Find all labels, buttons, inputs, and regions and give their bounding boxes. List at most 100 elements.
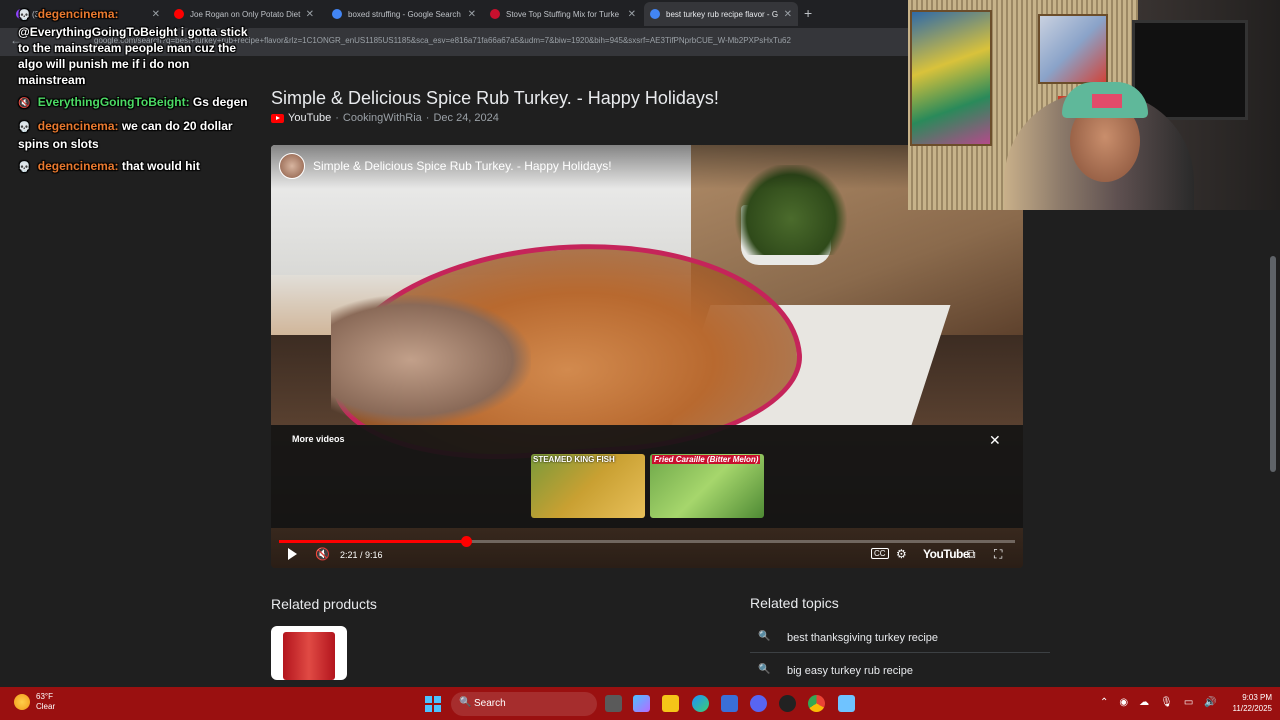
chat-username: degencinema: bbox=[37, 119, 119, 133]
system-tray: ⌃ ◉ ☁ 🎙 ▭ 🔊 bbox=[1100, 697, 1217, 708]
mute-icon[interactable]: 🔇 bbox=[315, 547, 330, 561]
webcam-painting bbox=[1038, 14, 1108, 84]
windows-start-icon[interactable] bbox=[425, 696, 441, 712]
more-video-thumbnail[interactable]: STEAMED KING FISH bbox=[531, 454, 645, 518]
search-icon: 🔍 bbox=[459, 697, 472, 708]
result-title[interactable]: Simple & Delicious Spice Rub Turkey. - H… bbox=[271, 88, 719, 109]
chat-text: Gs degen bbox=[192, 95, 248, 109]
related-topics-heading: Related topics bbox=[750, 595, 839, 611]
close-icon[interactable]: ✕ bbox=[628, 9, 636, 20]
search-icon: 🔍 bbox=[758, 664, 771, 675]
related-topic-item[interactable]: 🔍 big easy turkey rub recipe bbox=[750, 656, 1050, 686]
close-icon[interactable]: ✕ bbox=[989, 432, 1001, 449]
thumbnail-label: STEAMED KING FISH bbox=[533, 455, 615, 464]
source-name: YouTube bbox=[288, 112, 332, 124]
stove-top-favicon-icon bbox=[490, 9, 500, 19]
tray-app-icon[interactable]: ◉ bbox=[1119, 697, 1128, 708]
notepad-icon[interactable] bbox=[838, 695, 855, 712]
webcam-hat-patch bbox=[1092, 94, 1122, 108]
close-icon[interactable]: ✕ bbox=[784, 9, 792, 20]
video-title[interactable]: Simple & Delicious Spice Rub Turkey. - H… bbox=[313, 159, 612, 173]
close-icon[interactable]: ✕ bbox=[306, 9, 314, 20]
chat-username: degencinema: bbox=[37, 159, 119, 173]
page-scrollbar[interactable] bbox=[1270, 256, 1276, 472]
video-progress-fill bbox=[279, 540, 466, 543]
discord-icon[interactable] bbox=[750, 695, 767, 712]
chat-username: EverythingGoingToBeight: bbox=[37, 95, 190, 109]
video-scene-hand bbox=[331, 295, 531, 425]
chat-message: 💀 degencinema: we can do 20 dollar spins… bbox=[18, 118, 258, 152]
video-progress-bar[interactable] bbox=[279, 536, 1015, 547]
streamer-webcam bbox=[908, 0, 1280, 210]
copilot-icon[interactable] bbox=[633, 695, 650, 712]
microsoft-store-icon[interactable] bbox=[721, 695, 738, 712]
tab-google-turkey-rub[interactable]: best turkey rub recipe flavor - G ✕ bbox=[644, 2, 798, 26]
weather-text: 63°F Clear bbox=[36, 692, 55, 712]
chat-text: @EverythingGoingToBeight i gotta stick t… bbox=[18, 25, 248, 87]
gear-icon[interactable]: ⚙ bbox=[896, 547, 907, 561]
related-topic-item[interactable]: 🔍 best thanksgiving turkey recipe bbox=[750, 623, 1050, 653]
edge-icon[interactable] bbox=[692, 695, 709, 712]
muted-speaker-icon: 🔇 bbox=[18, 98, 31, 109]
cast-icon[interactable]: ⧉ bbox=[967, 547, 976, 562]
clock-time: 9:03 PM bbox=[1242, 693, 1272, 702]
product-image bbox=[283, 632, 335, 680]
weather-condition: Clear bbox=[36, 702, 56, 711]
related-topic-label: big easy turkey rub recipe bbox=[787, 665, 913, 677]
stream-chat-overlay: 💀 degencinema: @EverythingGoingToBeight … bbox=[18, 6, 258, 182]
fullscreen-icon[interactable]: ⛶ bbox=[994, 547, 1002, 562]
chrome-icon[interactable] bbox=[808, 695, 825, 712]
chat-message: 💀 degencinema: @EverythingGoingToBeight … bbox=[18, 6, 258, 88]
close-icon[interactable]: ✕ bbox=[468, 9, 476, 20]
channel-name: CookingWithRia bbox=[342, 112, 422, 124]
play-icon[interactable] bbox=[288, 548, 297, 560]
chevron-up-icon[interactable]: ⌃ bbox=[1100, 697, 1108, 708]
separator: · bbox=[425, 112, 430, 124]
publish-date: Dec 24, 2024 bbox=[433, 112, 499, 124]
video-controls: 🔇 2:21 / 9:16 CC ⚙ YouTube ⧉ ⛶ bbox=[271, 545, 1023, 568]
result-source-row: YouTube · CookingWithRia · Dec 24, 2024 bbox=[271, 112, 499, 124]
chat-message: 💀 degencinema: that would hit bbox=[18, 158, 258, 176]
chat-text: that would hit bbox=[121, 159, 200, 173]
google-favicon-icon bbox=[650, 9, 660, 19]
more-video-thumbnail[interactable]: Fried Caraille (Bitter Melon) bbox=[650, 454, 764, 518]
product-card[interactable] bbox=[271, 626, 347, 680]
weather-temperature: 63°F bbox=[36, 692, 53, 701]
google-favicon-icon bbox=[332, 9, 342, 19]
related-products-heading: Related products bbox=[271, 596, 377, 612]
tab-label: Stove Top Stuffing Mix for Turke bbox=[506, 9, 620, 19]
skull-icon: 💀 bbox=[18, 122, 31, 133]
skull-icon: 💀 bbox=[18, 10, 31, 21]
network-icon[interactable]: ▭ bbox=[1184, 697, 1193, 708]
chat-message: 🔇 EverythingGoingToBeight: Gs degen bbox=[18, 94, 258, 112]
youtube-brand-link[interactable]: YouTube bbox=[923, 547, 970, 561]
youtube-logo-icon bbox=[271, 113, 284, 123]
weather-widget[interactable]: 63°F Clear bbox=[14, 692, 55, 712]
more-videos-panel: More videos ✕ STEAMED KING FISH Fried Ca… bbox=[271, 425, 1023, 528]
task-view-icon[interactable] bbox=[605, 695, 622, 712]
captions-icon[interactable]: CC bbox=[871, 548, 889, 559]
webcam-painting bbox=[910, 10, 992, 146]
related-topic-label: best thanksgiving turkey recipe bbox=[787, 632, 939, 644]
volume-icon[interactable]: 🔊 bbox=[1204, 697, 1216, 708]
taskbar-search-box[interactable]: 🔍 Search bbox=[451, 692, 597, 716]
clock-date: 11/22/2025 bbox=[1232, 704, 1272, 713]
tab-label: boxed struffing - Google Search bbox=[348, 9, 461, 19]
separator: · bbox=[335, 112, 339, 124]
tab-google-boxed-stuffing[interactable]: boxed struffing - Google Search ✕ bbox=[326, 2, 482, 26]
channel-avatar[interactable] bbox=[279, 153, 305, 179]
tab-stove-top[interactable]: Stove Top Stuffing Mix for Turke ✕ bbox=[484, 2, 642, 26]
weather-sun-icon bbox=[14, 694, 30, 710]
new-tab-plus-icon[interactable]: + bbox=[804, 5, 812, 21]
file-explorer-icon[interactable] bbox=[662, 695, 679, 712]
windows-taskbar: 63°F Clear 🔍 Search ⌃ ◉ ☁ 🎙 ▭ 🔊 9:03 PM … bbox=[0, 687, 1280, 720]
cloud-icon[interactable]: ☁ bbox=[1139, 697, 1149, 708]
obs-icon[interactable] bbox=[779, 695, 796, 712]
microphone-icon[interactable]: 🎙 bbox=[1160, 697, 1173, 708]
thumbnail-label: Fried Caraille (Bitter Melon) bbox=[652, 455, 761, 464]
search-icon: 🔍 bbox=[758, 631, 771, 642]
taskbar-clock[interactable]: 9:03 PM 11/22/2025 bbox=[1222, 692, 1272, 714]
skull-icon: 💀 bbox=[18, 162, 31, 173]
taskbar-search-label: Search bbox=[474, 698, 506, 709]
more-videos-label: More videos bbox=[292, 434, 345, 444]
